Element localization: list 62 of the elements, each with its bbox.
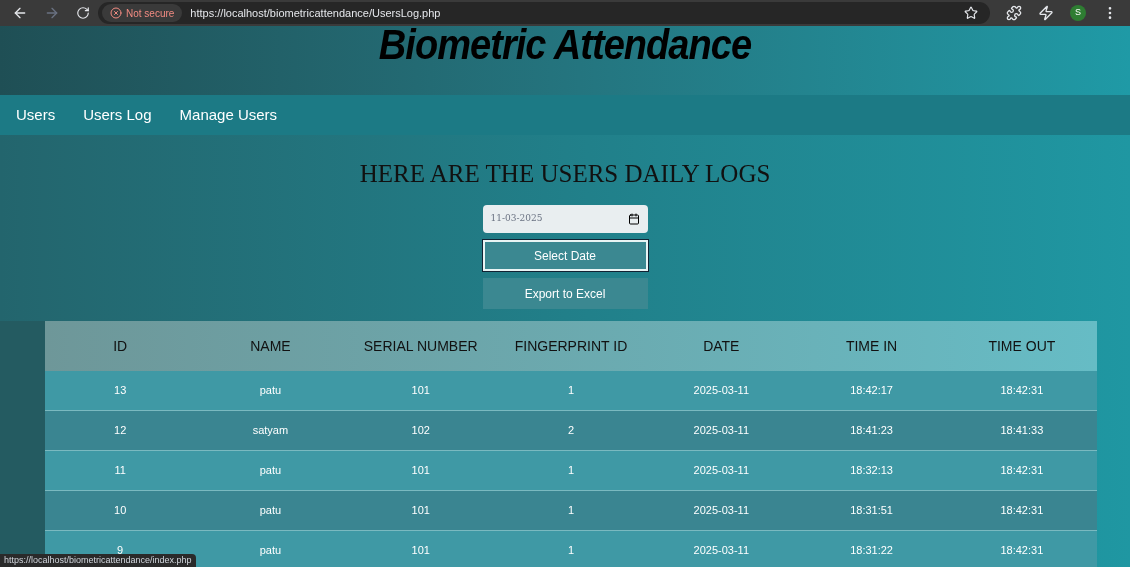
table-cell-text: 101 <box>410 383 431 399</box>
table-cell-text: 18:42:31 <box>999 543 1045 559</box>
reload-icon[interactable] <box>76 6 90 20</box>
nav-link[interactable]: Users <box>16 103 56 127</box>
column-header: ID <box>112 336 129 356</box>
column-header: DATE <box>702 336 741 356</box>
url-text: https://localhost/biometricattendance/UsersLog.php <box>190 5 441 21</box>
table-cell-text: patu <box>258 543 283 559</box>
table-cell-text: 2025-03-11 <box>692 383 750 399</box>
profile-avatar[interactable]: S <box>1070 5 1086 21</box>
table-cell-text: patu <box>258 503 283 519</box>
table-cell-text: 18:41:23 <box>849 423 894 439</box>
table-cell-text: 12 <box>113 423 128 439</box>
table-cell-text: 13 <box>113 383 128 399</box>
nav-link[interactable]: Manage Users <box>179 103 278 127</box>
back-icon[interactable] <box>12 5 28 21</box>
column-header: NAME <box>249 336 292 356</box>
table-cell-text: 9 <box>117 543 124 557</box>
table-cell-text: 1 <box>566 383 576 399</box>
bolt-icon[interactable] <box>1038 5 1054 21</box>
table-cell-text: 10 <box>113 503 128 519</box>
security-chip[interactable]: Not secure <box>102 4 183 22</box>
page-heading: HERE ARE THE USERS DAILY LOGS <box>359 159 771 189</box>
column-header: TIME OUT <box>987 336 1057 356</box>
warning-icon <box>110 7 122 19</box>
table-cell-text: 2 <box>566 423 576 439</box>
column-header: SERIAL NUMBER <box>362 336 479 356</box>
bookmark-icon[interactable] <box>964 6 978 20</box>
table-cell-text: patu <box>258 463 283 479</box>
table-cell-text: 2025-03-11 <box>692 463 750 479</box>
calendar-icon[interactable] <box>627 213 640 225</box>
table-cell-text: 18:42:31 <box>999 383 1045 399</box>
table-cell-text: 101 <box>410 463 431 479</box>
table-cell-text: 1 <box>566 463 576 479</box>
status-url: https://localhost/biometricattendance/index.php <box>0 554 196 567</box>
table-cell-text: 18:31:22 <box>849 543 894 559</box>
table-cell-text: 18:32:13 <box>849 463 894 479</box>
table-cell-text: 18:31:51 <box>849 503 894 519</box>
table-cell-text: 1 <box>566 503 576 519</box>
table-cell-text: 101 <box>410 503 431 519</box>
table-cell-text: 18:41:33 <box>999 423 1045 439</box>
table-cell-text: 18:42:17 <box>849 383 894 399</box>
table-cell-text: 1 <box>566 543 576 559</box>
table-cell-text: patu <box>258 383 283 399</box>
table-cell-text: 18:42:31 <box>999 503 1045 519</box>
export-button[interactable]: Export to Excel <box>482 278 648 309</box>
table-cell-text: 101 <box>410 543 431 559</box>
table-cell-text: 2025-03-11 <box>692 503 750 519</box>
table-cell-text: 2025-03-11 <box>692 543 750 559</box>
date-field[interactable]: 11-03-2025 <box>482 205 648 233</box>
extensions-icon[interactable] <box>1006 5 1022 21</box>
table-cell-text: 11 <box>113 463 127 479</box>
nav-link[interactable]: Users Log <box>83 103 152 127</box>
table-cell-text: 102 <box>410 423 431 439</box>
address-bar[interactable]: Not secure https://localhost/biometricattendance/UsersLog.php <box>98 2 990 24</box>
table-cell-text: 18:42:31 <box>999 463 1045 479</box>
site-title: Biometric Attendance <box>378 22 752 70</box>
column-header: FINGERPRINT ID <box>513 336 629 356</box>
table-cell-text: satyam <box>251 423 290 439</box>
column-header: TIME IN <box>844 336 899 356</box>
select-date-button[interactable]: Select Date <box>482 240 648 271</box>
table-cell-text: 2025-03-11 <box>692 423 750 439</box>
